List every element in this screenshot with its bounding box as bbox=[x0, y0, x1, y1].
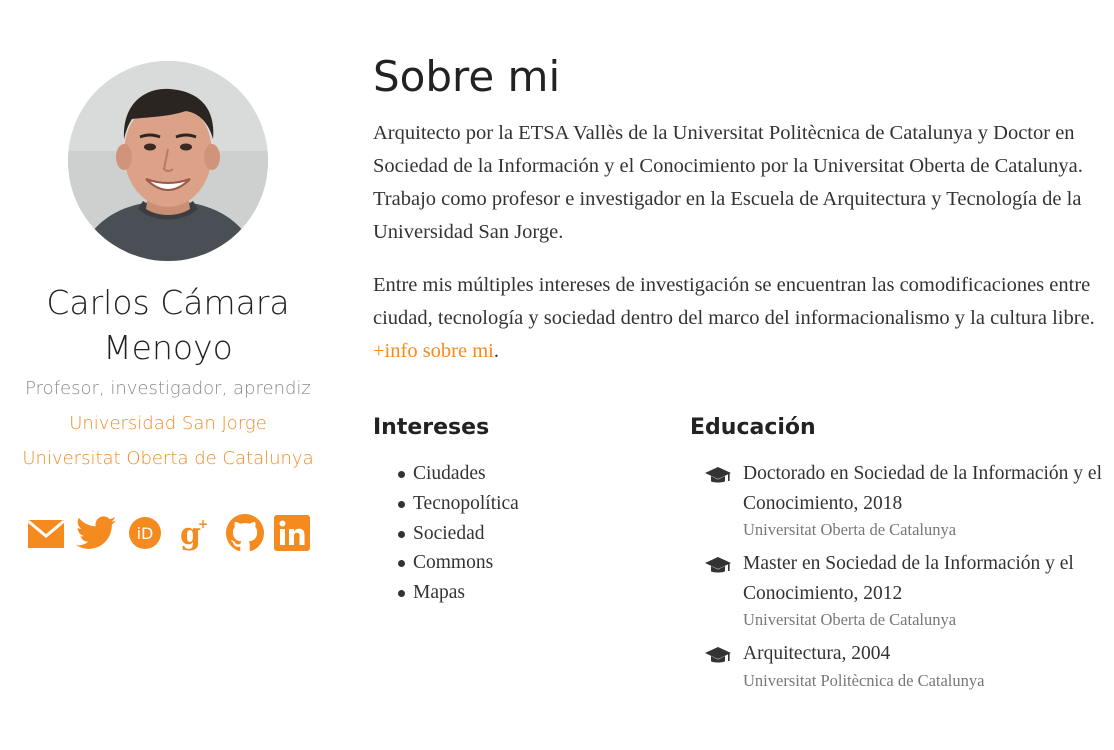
interest-item: Ciudades bbox=[373, 459, 519, 489]
graduation-cap-icon bbox=[705, 647, 731, 663]
profile-name-line1: Carlos Cámara bbox=[46, 283, 290, 322]
about-paragraph-2-text: Entre mis múltiples intereses de investi… bbox=[373, 274, 1095, 329]
interest-item: Sociedad bbox=[373, 519, 519, 549]
profile-role: Profesor, investigador, aprendiz bbox=[25, 378, 311, 399]
education-title: Educación bbox=[690, 415, 816, 440]
education-list: Doctorado en Sociedad de la Información … bbox=[690, 459, 1110, 700]
about-paragraph-1: Arquitecto por la ETSA Vallès de la Univ… bbox=[373, 122, 1083, 243]
interests-list: Ciudades Tecnopolítica Sociedad Commons … bbox=[373, 459, 519, 608]
social-links: iD g + bbox=[24, 512, 314, 556]
graduation-cap-icon bbox=[705, 557, 731, 573]
interests-title: Intereses bbox=[373, 415, 490, 440]
interest-item: Commons bbox=[373, 548, 519, 578]
linkedin-link[interactable] bbox=[274, 515, 310, 556]
education-item: Master en Sociedad de la Información y e… bbox=[690, 549, 1110, 632]
more-info-link[interactable]: +info sobre mi bbox=[373, 340, 494, 362]
education-degree: Master en Sociedad de la Información y e… bbox=[743, 553, 1074, 604]
twitter-link[interactable] bbox=[76, 516, 116, 555]
education-item: Arquitectura, 2004 Universitat Politècni… bbox=[690, 639, 1110, 693]
github-link[interactable] bbox=[226, 514, 264, 557]
google-scholar-link[interactable]: g + bbox=[178, 514, 210, 557]
svg-text:iD: iD bbox=[137, 524, 154, 543]
about-paragraph-2-end: . bbox=[493, 340, 500, 362]
about-paragraph-2: Entre mis múltiples intereses de investi… bbox=[373, 269, 1108, 368]
organization-link-usj[interactable]: Universidad San Jorge bbox=[0, 413, 336, 434]
education-institution: Universitat Oberta de Catalunya bbox=[743, 610, 957, 629]
linkedin-icon bbox=[274, 515, 310, 551]
orcid-link[interactable]: iD bbox=[128, 516, 162, 555]
github-icon bbox=[226, 514, 264, 552]
svg-text:+: + bbox=[198, 517, 208, 531]
education-item: Doctorado en Sociedad de la Información … bbox=[690, 459, 1110, 542]
orcid-icon: iD bbox=[129, 517, 161, 549]
education-degree: Arquitectura, 2004 bbox=[743, 643, 891, 664]
interest-item: Mapas bbox=[373, 578, 519, 608]
profile-name: Carlos Cámara Menoyo bbox=[0, 280, 336, 370]
profile-name-line2: Menoyo bbox=[103, 328, 233, 367]
organization-link-uoc[interactable]: Universitat Oberta de Catalunya bbox=[0, 448, 336, 469]
avatar bbox=[68, 61, 268, 261]
envelope-icon bbox=[27, 519, 65, 548]
interest-item: Tecnopolítica bbox=[373, 489, 519, 519]
email-link[interactable] bbox=[26, 518, 66, 555]
google-scholar-icon: g + bbox=[180, 517, 208, 552]
graduation-cap-icon bbox=[705, 467, 731, 483]
page-title: Sobre mi bbox=[373, 52, 561, 101]
education-institution: Universitat Politècnica de Catalunya bbox=[743, 670, 985, 690]
education-degree: Doctorado en Sociedad de la Información … bbox=[743, 463, 1102, 514]
page: Carlos Cámara Menoyo Profesor, investiga… bbox=[0, 0, 1114, 750]
twitter-icon bbox=[76, 516, 116, 549]
education-institution: Universitat Oberta de Catalunya bbox=[743, 520, 957, 539]
